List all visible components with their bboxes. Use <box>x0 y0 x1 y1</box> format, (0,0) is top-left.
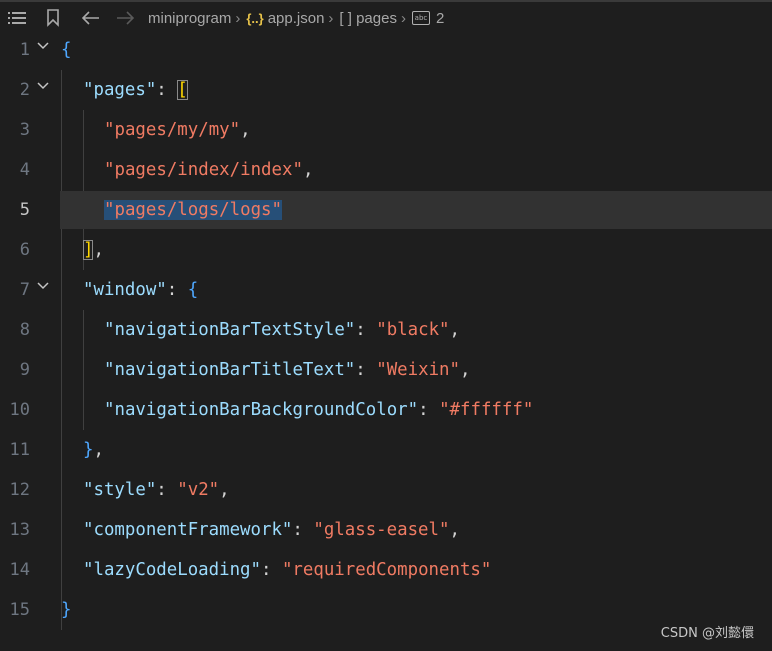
code-line[interactable]: 11 }, <box>0 430 772 470</box>
colon: : <box>156 480 178 500</box>
chevron-right-icon: › <box>400 9 406 27</box>
breadcrumb-index[interactable]: 2 <box>436 10 444 27</box>
tab-divider <box>0 0 772 2</box>
line-number: 5 <box>19 200 30 220</box>
breadcrumb-array[interactable]: [ ] pages <box>339 10 397 27</box>
code-line[interactable]: 8 "navigationBarTextStyle": "black", <box>0 310 772 350</box>
code-line[interactable]: 12 "style": "v2", <box>0 470 772 510</box>
line-number: 1 <box>19 40 30 60</box>
colon: : <box>418 400 440 420</box>
line-number: 9 <box>19 360 30 380</box>
brace: } <box>61 600 72 620</box>
json-key: "window" <box>83 280 167 300</box>
bookmark-icon[interactable] <box>42 7 64 29</box>
line-number: 2 <box>19 80 30 100</box>
code-editor[interactable]: 1 { 2 "pages": [ 3 "pages/my/my", 4 "pag… <box>0 30 772 651</box>
breadcrumb-file[interactable]: app.json <box>268 10 325 27</box>
colon: : <box>166 280 188 300</box>
colon: : <box>355 320 377 340</box>
brace: { <box>187 280 199 300</box>
line-number: 8 <box>19 320 30 340</box>
code-line[interactable]: 2 "pages": [ <box>0 70 772 110</box>
json-string: "pages/index/index" <box>104 160 303 180</box>
code-line[interactable]: 3 "pages/my/my", <box>0 110 772 150</box>
chevron-right-icon: › <box>328 9 334 27</box>
line-number: 12 <box>9 480 30 500</box>
chevron-right-icon: › <box>235 9 241 27</box>
watermark: CSDN @刘懿儇 <box>660 626 754 641</box>
bracket: [ <box>177 80 188 100</box>
json-key: "navigationBarTextStyle" <box>104 320 356 340</box>
json-string: "requiredComponents" <box>281 560 492 580</box>
line-number: 10 <box>9 400 30 420</box>
code-line[interactable]: 13 "componentFramework": "glass-easel", <box>0 510 772 550</box>
line-number: 15 <box>9 600 30 620</box>
json-key: "navigationBarTitleText" <box>104 360 356 380</box>
json-key: "pages" <box>83 80 157 100</box>
json-key: "componentFramework" <box>83 520 293 540</box>
line-number: 4 <box>19 160 30 180</box>
breadcrumb-folder[interactable]: miniprogram <box>148 10 231 27</box>
number-icon: abc <box>411 11 430 25</box>
code-line[interactable]: 10 "navigationBarBackgroundColor": "#fff… <box>0 390 772 430</box>
fold-chevron-icon[interactable] <box>36 38 50 52</box>
colon: : <box>355 360 377 380</box>
comma: , <box>449 520 460 540</box>
line-number: 14 <box>9 560 30 580</box>
colon: : <box>292 520 314 540</box>
code-line-current[interactable]: 5 "pages/logs/logs" <box>0 190 772 230</box>
json-string: "#ffffff" <box>439 400 534 420</box>
line-number: 6 <box>19 240 30 260</box>
json-string: "Weixin" <box>376 360 460 380</box>
code-line[interactable]: 9 "navigationBarTitleText": "Weixin", <box>0 350 772 390</box>
line-number: 3 <box>19 120 30 140</box>
colon: : <box>261 560 282 580</box>
code-line[interactable]: 7 "window": { <box>0 270 772 310</box>
bracket: ] <box>83 240 94 260</box>
json-string: "glass-easel" <box>313 520 450 540</box>
json-string: "pages/my/my" <box>104 120 241 140</box>
json-key: "navigationBarBackgroundColor" <box>104 400 419 420</box>
comma: , <box>449 320 461 340</box>
comma: , <box>302 160 314 180</box>
comma: , <box>219 480 230 500</box>
code-line[interactable]: 1 { <box>0 30 772 70</box>
brace: } <box>83 440 94 460</box>
json-string: "black" <box>376 320 450 340</box>
line-number: 13 <box>9 520 30 540</box>
comma: , <box>240 120 251 140</box>
code-line[interactable]: 4 "pages/index/index", <box>0 150 772 190</box>
line-number: 11 <box>9 440 30 460</box>
json-key: "style" <box>83 480 157 500</box>
json-string-selected: "pages/logs/logs" <box>104 200 282 220</box>
back-arrow-icon[interactable] <box>80 7 102 29</box>
comma: , <box>460 360 471 380</box>
json-key: "lazyCodeLoading" <box>83 560 261 580</box>
comma: , <box>93 240 104 260</box>
list-icon[interactable] <box>6 7 28 29</box>
json-string: "v2" <box>177 480 220 500</box>
comma: , <box>93 440 104 460</box>
code-line[interactable]: 14 "lazyCodeLoading": "requiredComponent… <box>0 550 772 590</box>
forward-arrow-icon <box>114 7 136 29</box>
line-number: 7 <box>19 280 30 300</box>
json-file-icon: {..} <box>246 10 264 26</box>
code-line[interactable]: 6 ], <box>0 230 772 270</box>
colon: : <box>156 80 178 100</box>
fold-chevron-icon[interactable] <box>36 78 50 92</box>
fold-chevron-icon[interactable] <box>36 278 50 292</box>
brace: { <box>61 40 72 60</box>
code-line[interactable]: 15 } <box>0 590 772 630</box>
